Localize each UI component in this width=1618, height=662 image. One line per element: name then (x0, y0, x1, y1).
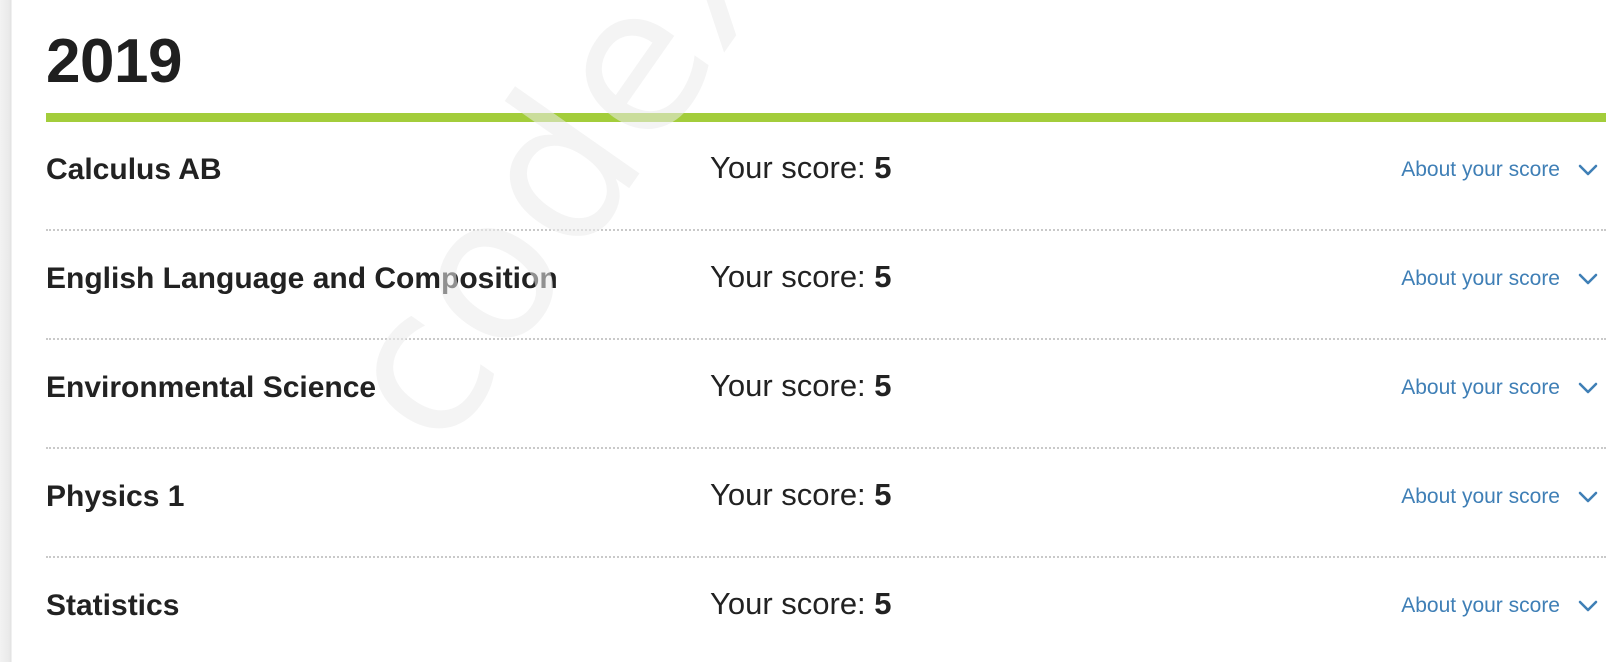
year-heading: 2019 (46, 27, 182, 96)
chevron-down-icon (1578, 382, 1598, 394)
subject-name: Calculus AB (46, 153, 222, 186)
chevron-down-icon (1578, 273, 1598, 285)
left-rail (0, 0, 12, 662)
about-your-score-link[interactable]: About your score (1401, 479, 1598, 515)
subject-name: Environmental Science (46, 371, 377, 404)
subject-name: Statistics (46, 589, 180, 622)
score-text: Your score: 5 (710, 148, 892, 188)
subject-name: English Language and Composition (46, 262, 558, 295)
chevron-down-icon (1578, 491, 1598, 503)
about-your-score-label: About your score (1401, 485, 1560, 508)
score-row: Environmental Science Your score: 5 Abou… (46, 340, 1606, 449)
score-label: Your score: (710, 477, 866, 512)
subject-name: Physics 1 (46, 480, 185, 513)
score-value: 5 (874, 477, 892, 512)
score-label: Your score: (710, 150, 866, 185)
score-label: Your score: (710, 368, 866, 403)
score-row: Statistics Your score: 5 About your scor… (46, 558, 1606, 662)
score-value: 5 (874, 259, 892, 294)
about-your-score-label: About your score (1401, 267, 1560, 290)
chevron-down-icon (1578, 164, 1598, 176)
about-your-score-label: About your score (1401, 594, 1560, 617)
score-list: Calculus AB Your score: 5 About your sco… (46, 122, 1606, 662)
score-text: Your score: 5 (710, 366, 892, 406)
score-row: English Language and Composition Your sc… (46, 231, 1606, 340)
score-text: Your score: 5 (710, 475, 892, 515)
score-value: 5 (874, 586, 892, 621)
score-label: Your score: (710, 259, 866, 294)
score-label: Your score: (710, 586, 866, 621)
about-your-score-link[interactable]: About your score (1401, 261, 1598, 297)
about-your-score-link[interactable]: About your score (1401, 588, 1598, 624)
about-your-score-link[interactable]: About your score (1401, 152, 1598, 188)
score-value: 5 (874, 368, 892, 403)
score-row: Calculus AB Your score: 5 About your sco… (46, 122, 1606, 231)
score-text: Your score: 5 (710, 584, 892, 624)
about-your-score-link[interactable]: About your score (1401, 370, 1598, 406)
year-accent-bar (46, 113, 1606, 122)
about-your-score-label: About your score (1401, 376, 1560, 399)
score-row: Physics 1 Your score: 5 About your score (46, 449, 1606, 558)
score-value: 5 (874, 150, 892, 185)
score-text: Your score: 5 (710, 257, 892, 297)
about-your-score-label: About your score (1401, 158, 1560, 181)
score-report-page: 2019 Calculus AB Your score: 5 About you… (0, 0, 1618, 662)
chevron-down-icon (1578, 600, 1598, 612)
